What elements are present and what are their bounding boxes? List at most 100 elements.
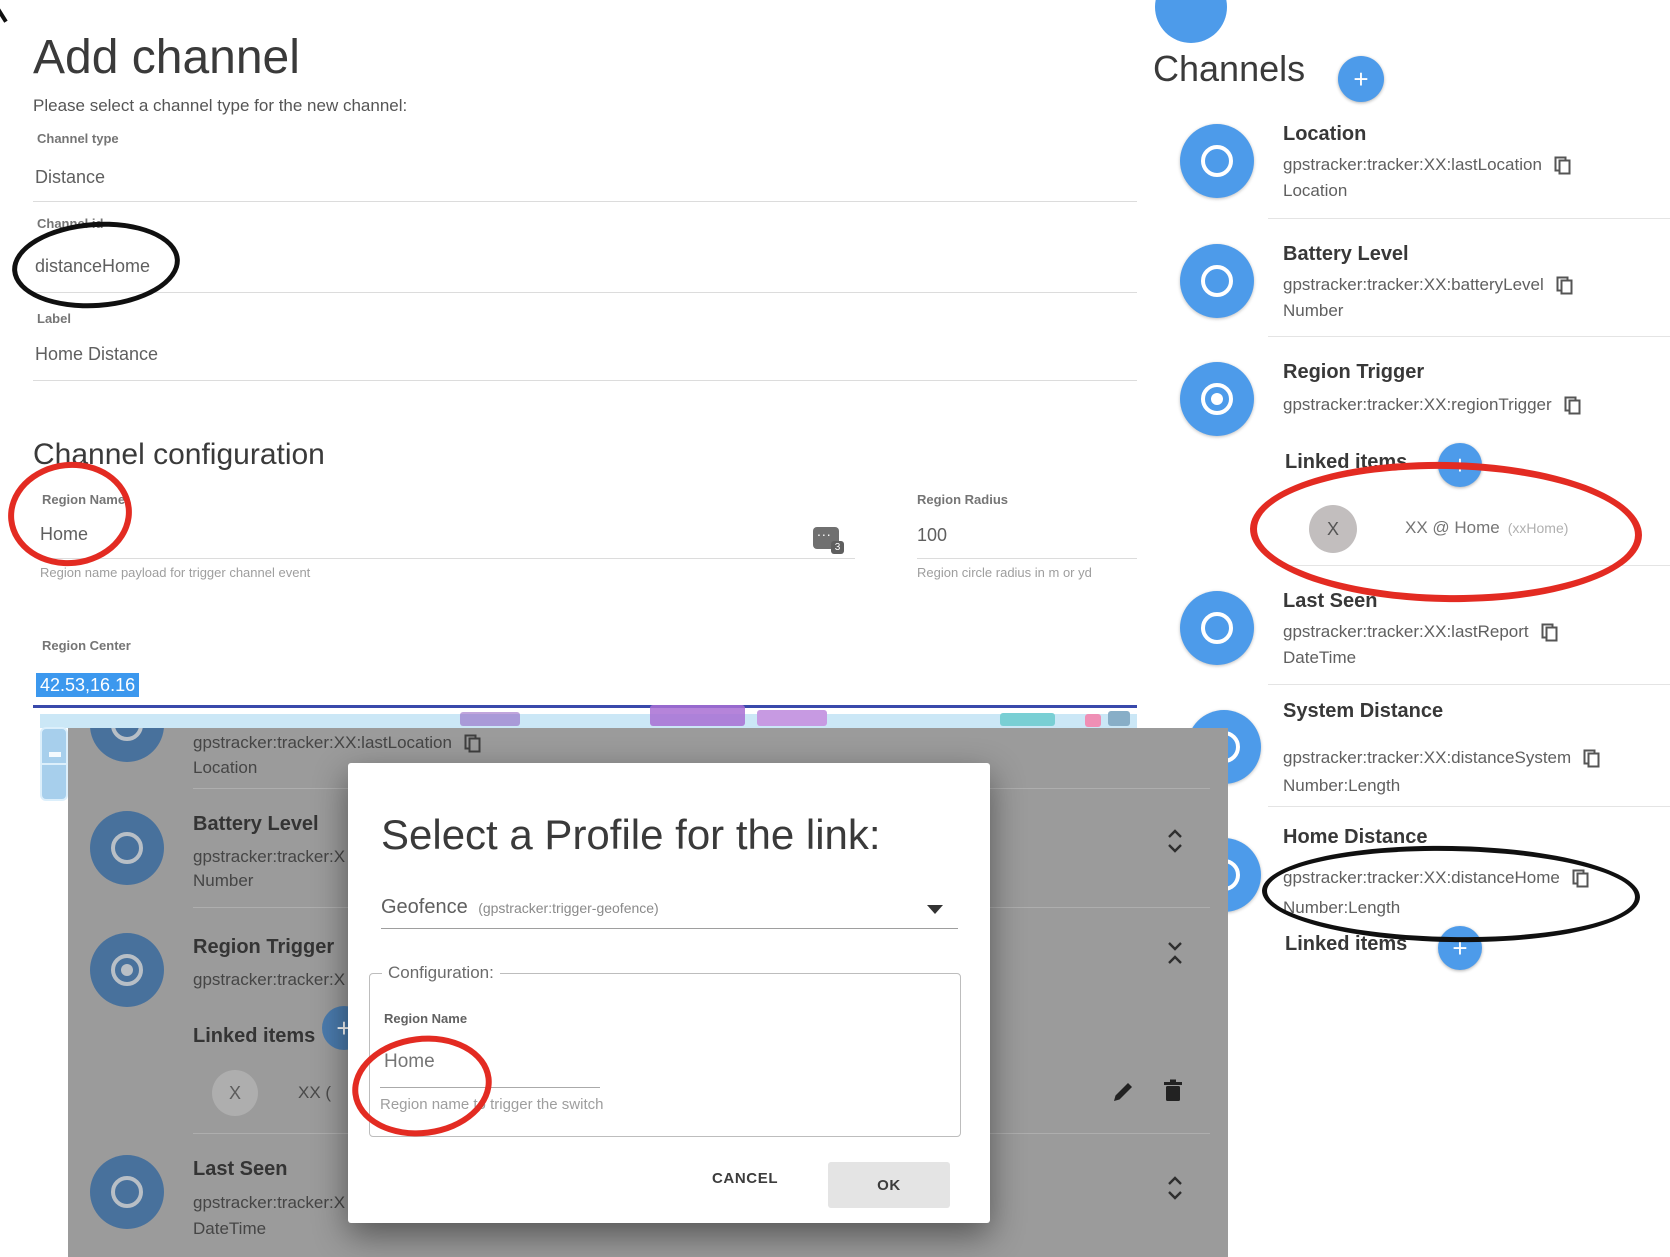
annotation-black-ellipse-distance-home bbox=[1261, 843, 1641, 946]
profile-select-detail: (gpstracker:trigger-geofence) bbox=[478, 900, 659, 916]
linked-items-header: Linked items bbox=[1285, 451, 1407, 474]
bg-channel-state-icon bbox=[90, 933, 164, 1007]
region-radius-underline bbox=[917, 558, 1137, 559]
dialog-region-name-helper: Region name to trigger the switch bbox=[380, 1096, 603, 1113]
cancel-button[interactable]: CANCEL bbox=[712, 1170, 778, 1187]
annotation-red-ellipse-region-name bbox=[3, 456, 137, 572]
bg-linked-item-avatar: X bbox=[212, 1070, 258, 1116]
unfold-more-icon bbox=[1166, 1175, 1184, 1201]
copy-icon[interactable] bbox=[1583, 749, 1600, 768]
linked-item-detail: (xxHome) bbox=[1508, 520, 1569, 536]
channel-uid: gpstracker:tracker:XX:lastLocation bbox=[1283, 155, 1542, 175]
bg-channel-name: Region Trigger bbox=[193, 936, 334, 959]
region-radius-input[interactable]: 100 bbox=[917, 525, 947, 546]
copy-icon[interactable] bbox=[1554, 156, 1571, 175]
channel-type-label: Channel type bbox=[37, 131, 119, 146]
copy-icon[interactable] bbox=[1556, 276, 1573, 295]
channel-state-icon bbox=[1180, 591, 1254, 665]
copy-icon[interactable] bbox=[1564, 396, 1581, 415]
channel-type: Location bbox=[1283, 181, 1347, 201]
channel-id-input[interactable]: distanceHome bbox=[35, 256, 150, 277]
region-center-focus-underline bbox=[33, 705, 1137, 708]
dialog-configuration-legend: Configuration: bbox=[382, 963, 500, 983]
pencil-icon bbox=[1111, 1080, 1135, 1104]
map-blob bbox=[460, 712, 520, 726]
screenshot-root: Add channel Please select a channel type… bbox=[0, 0, 1670, 1257]
channel-id-underline bbox=[33, 292, 1137, 293]
channel-state-icon bbox=[1180, 362, 1254, 436]
page-title: Add channel bbox=[33, 30, 300, 85]
map-blob bbox=[650, 705, 745, 726]
add-channel-button[interactable]: + bbox=[1338, 56, 1384, 102]
linked-item-label: XX @ Home bbox=[1405, 518, 1500, 537]
channel-config-title: Channel configuration bbox=[33, 438, 325, 472]
channel-state-icon bbox=[1180, 124, 1254, 198]
bg-linked-item-label: XX ( bbox=[298, 1083, 331, 1103]
channel-type: Number:Length bbox=[1283, 776, 1400, 796]
copy-icon[interactable] bbox=[1541, 623, 1558, 642]
region-name-helper: Region name payload for trigger channel … bbox=[40, 565, 310, 580]
profile-dialog: Select a Profile for the link: Geofence … bbox=[348, 763, 990, 1223]
form-filler-icon[interactable]: ... 3 bbox=[813, 527, 839, 549]
region-center-label: Region Center bbox=[42, 638, 131, 653]
profile-select-underline bbox=[381, 928, 958, 929]
channel-uid: gpstracker:tracker:XX:regionTrigger bbox=[1283, 395, 1552, 415]
profile-select-value: Geofence bbox=[381, 896, 468, 918]
channel-type-select[interactable]: Distance bbox=[35, 167, 105, 188]
map-blob bbox=[1085, 714, 1101, 727]
region-center-selected-text: 42.53,16.16 bbox=[36, 673, 139, 697]
chevron-down-icon[interactable] bbox=[927, 905, 943, 914]
profile-select[interactable]: Geofence (gpstracker:trigger-geofence) bbox=[381, 896, 659, 919]
channel-name: Last Seen bbox=[1283, 590, 1377, 613]
unfold-more-icon bbox=[1166, 828, 1184, 854]
bg-channel-uid: gpstracker:tracker:XX:lastLocation bbox=[193, 733, 452, 753]
dialog-configuration-fieldset: Configuration: Region Name Home Region n… bbox=[369, 963, 961, 1137]
channel-type-underline bbox=[33, 201, 1137, 202]
unfold-less-icon bbox=[1166, 940, 1184, 966]
label-underline bbox=[33, 380, 1137, 381]
channel-id-label: Channel id bbox=[37, 216, 103, 231]
map-blob bbox=[1000, 713, 1055, 726]
bg-channel-type: Location bbox=[193, 758, 257, 778]
partial-avatar-icon bbox=[1155, 0, 1227, 43]
channel-type: Number bbox=[1283, 301, 1343, 321]
map-blob bbox=[1108, 711, 1130, 726]
channel-name: Location bbox=[1283, 123, 1366, 146]
region-radius-label: Region Radius bbox=[917, 492, 1008, 507]
linked-item-row[interactable]: XX @ Home (xxHome) bbox=[1405, 518, 1568, 538]
channel-uid: gpstracker:tracker:XX:distanceHome bbox=[1283, 868, 1560, 888]
region-name-input[interactable]: Home bbox=[40, 524, 88, 545]
dialog-region-name-underline bbox=[380, 1087, 600, 1088]
channel-name: Region Trigger bbox=[1283, 361, 1424, 384]
map-widget-thumbnail bbox=[40, 727, 68, 801]
add-link-button[interactable]: + bbox=[1438, 443, 1482, 487]
channel-uid: gpstracker:tracker:XX:batteryLevel bbox=[1283, 275, 1544, 295]
dialog-region-name-input[interactable]: Home bbox=[384, 1051, 435, 1073]
linked-item-avatar: X bbox=[1309, 505, 1357, 553]
map-strip bbox=[40, 714, 1137, 728]
channel-uid: gpstracker:tracker:XX:distanceSystem bbox=[1283, 748, 1571, 768]
annotation-red-ellipse-linked-item bbox=[1249, 459, 1643, 606]
bg-channel-type: Number bbox=[193, 871, 253, 891]
label-input[interactable]: Home Distance bbox=[35, 344, 158, 365]
bg-channel-name: Last Seen bbox=[193, 1158, 287, 1181]
bg-channel-name: Battery Level bbox=[193, 813, 319, 836]
region-radius-helper: Region circle radius in m or yd bbox=[917, 565, 1092, 580]
annotation-stray-mark bbox=[0, 0, 8, 23]
channel-uid: gpstracker:tracker:XX:lastReport bbox=[1283, 622, 1529, 642]
ok-button[interactable]: OK bbox=[828, 1162, 950, 1208]
channel-state-icon bbox=[1180, 244, 1254, 318]
add-link-button[interactable]: + bbox=[1438, 926, 1482, 970]
region-center-input[interactable]: 42.53,16.16 bbox=[36, 675, 139, 696]
filler-badge: 3 bbox=[831, 541, 844, 554]
label-label: Label bbox=[37, 311, 71, 326]
copy-icon[interactable] bbox=[1572, 869, 1589, 888]
bg-channel-uid: gpstracker:tracker:X bbox=[193, 1193, 345, 1213]
bg-channel-type: DateTime bbox=[193, 1219, 266, 1239]
dialog-region-name-label: Region Name bbox=[384, 1011, 467, 1026]
trash-icon bbox=[1162, 1079, 1184, 1103]
region-name-underline bbox=[38, 558, 855, 559]
bg-channel-state-icon bbox=[90, 811, 164, 885]
channel-name: Battery Level bbox=[1283, 243, 1409, 266]
dialog-title: Select a Profile for the link: bbox=[381, 811, 881, 859]
